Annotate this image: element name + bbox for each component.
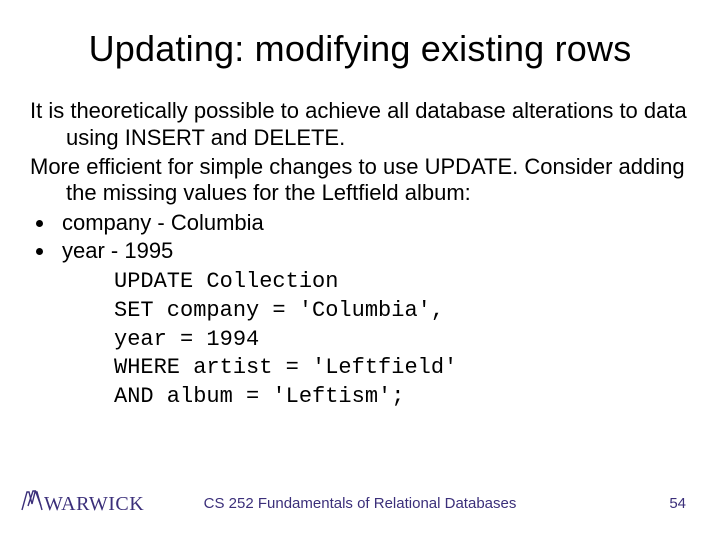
slide-title: Updating: modifying existing rows [30,28,690,70]
footer: WARWICK CS 252 Fundamentals of Relationa… [0,485,720,540]
slide: Updating: modifying existing rows It is … [0,0,720,540]
sql-code-block: UPDATE Collection SET company = 'Columbi… [114,268,690,411]
page-number: 54 [669,495,686,512]
course-label: CS 252 Fundamentals of Relational Databa… [0,495,720,512]
paragraph: More efficient for simple changes to use… [30,154,690,208]
bullet-item: year - 1995 [56,237,690,265]
bullet-item: company - Columbia [56,209,690,237]
body-text: It is theoretically possible to achieve … [30,98,690,411]
bullet-list: company - Columbia year - 1995 [30,209,690,264]
paragraph: It is theoretically possible to achieve … [30,98,690,152]
footer-band: WARWICK CS 252 Fundamentals of Relationa… [0,498,720,528]
